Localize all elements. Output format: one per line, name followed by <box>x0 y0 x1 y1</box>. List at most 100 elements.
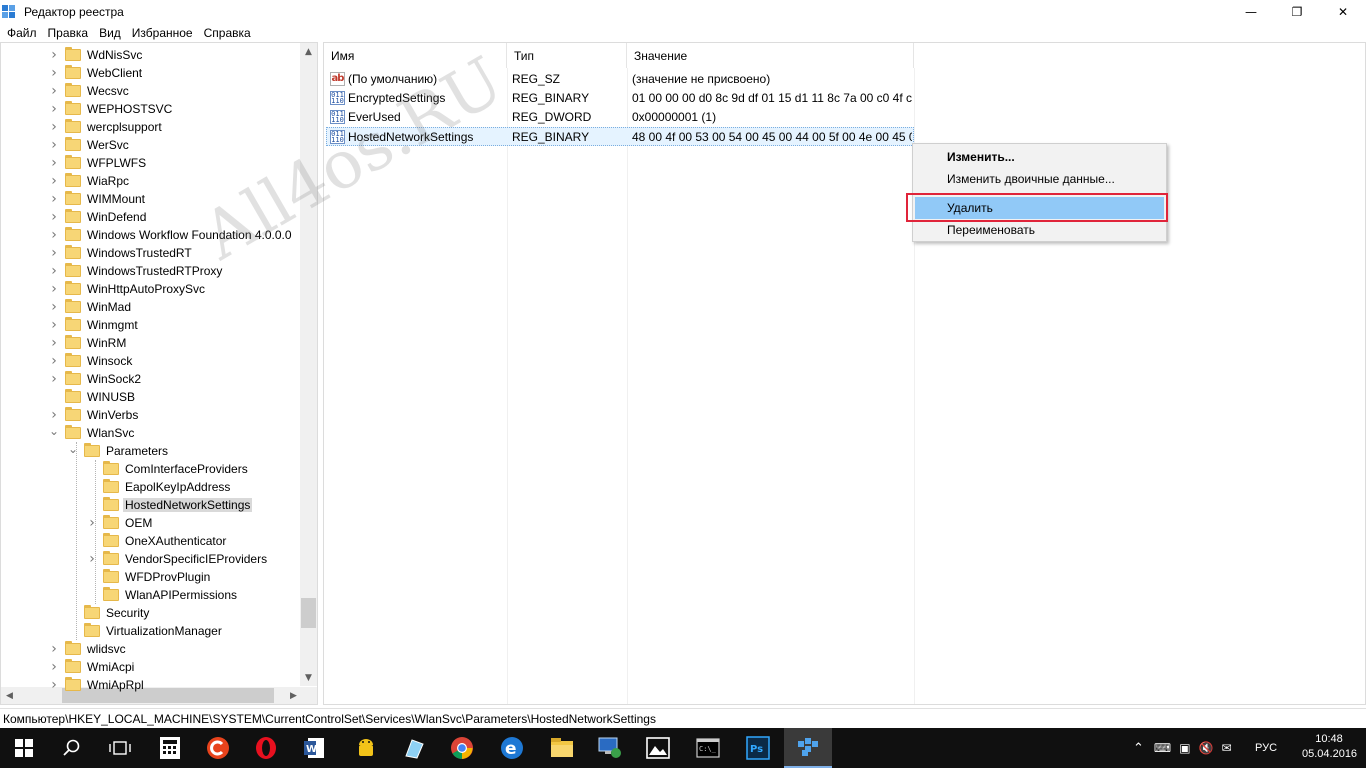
menu-file[interactable]: Файл <box>3 26 41 40</box>
search-button[interactable] <box>48 728 96 768</box>
tree-item[interactable]: VirtualizationManager <box>68 622 224 640</box>
column-header-name[interactable]: Имя <box>324 43 507 68</box>
tree-item[interactable]: › WmiApRpl <box>49 676 146 694</box>
tree-item[interactable]: › VendorSpecificIEProviders <box>87 550 269 568</box>
values-list[interactable]: Имя Тип Значение ab (По умолчанию) REG_S… <box>323 42 1366 705</box>
chevron-right-icon[interactable]: › <box>49 676 59 694</box>
menu-view[interactable]: Вид <box>95 26 125 40</box>
start-button[interactable] <box>0 728 48 768</box>
chevron-down-icon[interactable]: ⌄ <box>49 424 59 442</box>
value-row-selected[interactable]: 011 110 HostedNetworkSettings REG_BINARY … <box>326 127 914 146</box>
tree-item[interactable]: WINUSB <box>49 388 137 406</box>
value-row[interactable]: 011 110 EverUsed REG_DWORD 0x00000001 (1) <box>326 108 914 127</box>
column-header-type[interactable]: Тип <box>507 43 627 68</box>
tree-item[interactable]: ⌄ WlanSvc <box>49 424 136 442</box>
volume-icon[interactable]: 🔇 <box>1199 741 1214 755</box>
chevron-right-icon[interactable]: › <box>49 172 59 190</box>
chevron-right-icon[interactable]: › <box>49 370 59 388</box>
tree-item[interactable]: › WIMMount <box>49 190 147 208</box>
show-hidden-icons-icon[interactable]: ⌃ <box>1133 741 1144 756</box>
ccleaner-icon[interactable] <box>194 728 242 768</box>
chevron-right-icon[interactable]: › <box>49 298 59 316</box>
task-view-button[interactable] <box>96 728 144 768</box>
tree-item[interactable]: › WinVerbs <box>49 406 140 424</box>
close-button[interactable]: ✕ <box>1320 0 1366 23</box>
chevron-right-icon[interactable]: › <box>49 406 59 424</box>
remote-desktop-icon[interactable] <box>586 728 634 768</box>
chevron-right-icon[interactable]: › <box>49 100 59 118</box>
keyboard-icon[interactable]: ⌨ <box>1154 741 1171 755</box>
value-row[interactable]: 011 110 EncryptedSettings REG_BINARY 01 0… <box>326 89 914 108</box>
chevron-right-icon[interactable]: › <box>49 82 59 100</box>
context-menu-rename[interactable]: Переименовать <box>915 219 1164 241</box>
photos-icon[interactable] <box>634 728 682 768</box>
tree-item[interactable]: › WmiAcpi <box>49 658 136 676</box>
tree-horizontal-scrollbar[interactable]: ◀ ▶ <box>1 687 302 704</box>
restore-button[interactable]: ❐ <box>1274 0 1320 23</box>
context-menu-modify-binary[interactable]: Изменить двоичные данные... <box>915 168 1164 190</box>
menu-favorites[interactable]: Избранное <box>128 26 197 40</box>
chevron-right-icon[interactable]: › <box>49 46 59 64</box>
chevron-right-icon[interactable]: › <box>49 640 59 658</box>
tree-scroll-thumb[interactable] <box>301 598 316 628</box>
notepad-icon[interactable] <box>390 728 438 768</box>
tree-item[interactable]: WlanAPIPermissions <box>87 586 239 604</box>
network-icon[interactable]: ▣ <box>1179 741 1190 755</box>
tree-item[interactable]: › WinSock2 <box>49 370 143 388</box>
tree-item[interactable]: › WiaRpc <box>49 172 131 190</box>
tree-item[interactable]: › WFPLWFS <box>49 154 148 172</box>
chevron-right-icon[interactable]: › <box>49 658 59 676</box>
tree-item[interactable]: › WebClient <box>49 64 144 82</box>
tree-item[interactable]: › WdNisSvc <box>49 46 144 64</box>
context-menu-modify[interactable]: Изменить... <box>915 146 1164 168</box>
cmd-icon[interactable]: C:\_ <box>684 728 732 768</box>
explorer-icon[interactable] <box>538 728 586 768</box>
tree-item[interactable]: › WinRM <box>49 334 128 352</box>
clock[interactable]: 10:48 05.04.2016 <box>1302 732 1357 762</box>
chevron-right-icon[interactable]: › <box>49 64 59 82</box>
chrome-icon[interactable] <box>438 728 486 768</box>
tree-item[interactable]: ⌄ Parameters <box>68 442 170 460</box>
tree-item[interactable]: Security <box>68 604 151 622</box>
scroll-left-icon[interactable]: ◀ <box>1 687 18 704</box>
tree-item[interactable]: › Winmgmt <box>49 316 140 334</box>
notifications-icon[interactable]: ✉ <box>1222 741 1232 755</box>
chevron-right-icon[interactable]: › <box>49 280 59 298</box>
photoshop-icon[interactable]: Ps <box>734 728 782 768</box>
chevron-right-icon[interactable]: › <box>49 190 59 208</box>
chevron-right-icon[interactable]: › <box>49 334 59 352</box>
value-row[interactable]: ab (По умолчанию) REG_SZ (значение не пр… <box>326 70 914 89</box>
chevron-right-icon[interactable]: › <box>49 154 59 172</box>
android-icon[interactable] <box>342 728 390 768</box>
tree-item[interactable]: HostedNetworkSettings <box>87 496 253 514</box>
scroll-down-icon[interactable]: ▼ <box>300 669 317 686</box>
tree-item[interactable]: › WinMad <box>49 298 133 316</box>
tree-item[interactable]: › wlidsvc <box>49 640 128 658</box>
chevron-right-icon[interactable]: › <box>49 316 59 334</box>
tree-item[interactable]: › WindowsTrustedRT <box>49 244 194 262</box>
tree-item[interactable]: › Winsock <box>49 352 134 370</box>
tree-vertical-scrollbar[interactable]: ▲ ▼ <box>300 43 317 686</box>
column-header-value[interactable]: Значение <box>627 43 914 68</box>
opera-icon[interactable] <box>242 728 290 768</box>
registry-tree[interactable]: ▲ ▼ ◀ ▶ › WdNisSvc › WebClient › Wecsvc › WEPHO… <box>0 42 318 705</box>
scroll-up-icon[interactable]: ▲ <box>300 43 317 60</box>
chevron-right-icon[interactable]: › <box>49 244 59 262</box>
menu-edit[interactable]: Правка <box>44 26 93 40</box>
chevron-right-icon[interactable]: › <box>49 208 59 226</box>
tree-item[interactable]: › Wecsvc <box>49 82 131 100</box>
tree-item[interactable]: › WindowsTrustedRTProxy <box>49 262 224 280</box>
word-icon[interactable]: W <box>290 728 338 768</box>
tree-item[interactable]: › WEPHOSTSVC <box>49 100 174 118</box>
edge-icon[interactable]: e <box>488 728 536 768</box>
tree-item[interactable]: EapolKeyIpAddress <box>87 478 232 496</box>
regedit-icon[interactable] <box>784 728 832 768</box>
tree-item[interactable]: › WerSvc <box>49 136 131 154</box>
tree-item[interactable]: OneXAuthenticator <box>87 532 228 550</box>
chevron-right-icon[interactable]: › <box>49 118 59 136</box>
tree-item[interactable]: ComInterfaceProviders <box>87 460 250 478</box>
chevron-right-icon[interactable]: › <box>49 262 59 280</box>
tree-item[interactable]: › WinHttpAutoProxySvc <box>49 280 207 298</box>
minimize-button[interactable]: — <box>1228 0 1274 23</box>
chevron-right-icon[interactable]: › <box>49 226 59 244</box>
